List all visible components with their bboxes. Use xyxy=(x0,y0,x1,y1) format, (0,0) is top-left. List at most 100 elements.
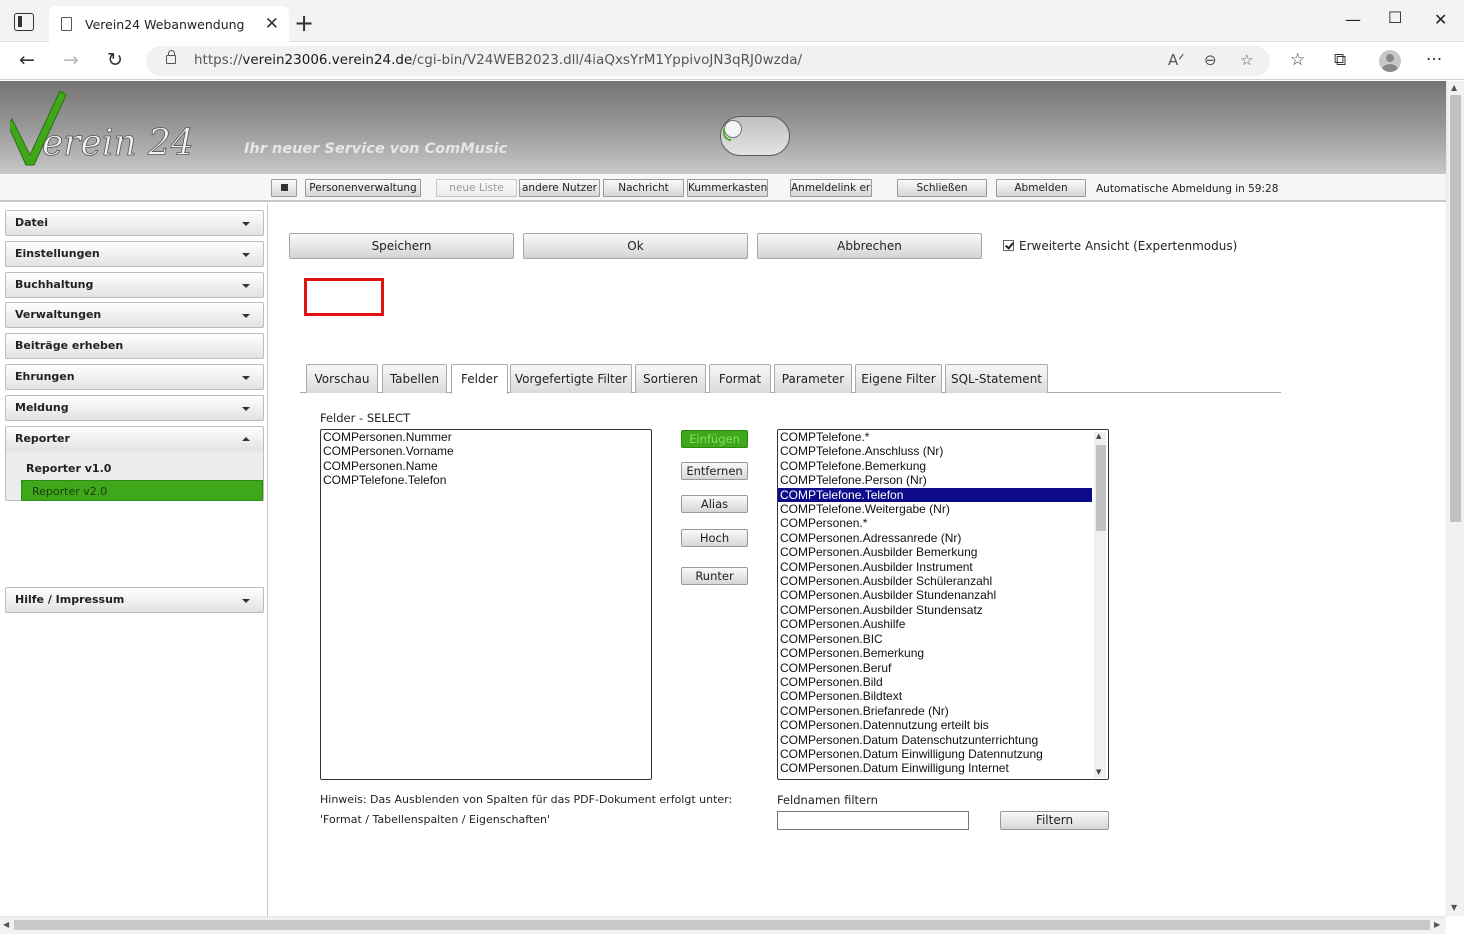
list-scroll-thumb[interactable] xyxy=(1096,445,1106,531)
sidebar-item-einstellungen[interactable]: Einstellungen xyxy=(5,241,264,267)
list-option[interactable]: COMPersonen.Bildtext xyxy=(778,689,1092,703)
profile-avatar[interactable] xyxy=(1379,50,1401,72)
list-option[interactable]: COMPersonen.Datum Einwilligung Internet xyxy=(778,761,1092,775)
personenverwaltung-button[interactable]: Personenverwaltung xyxy=(305,179,421,197)
tab-tabellen[interactable]: Tabellen xyxy=(382,364,447,393)
selected-fields-list[interactable]: COMPersonen.Nummer COMPersonen.Vorname COM… xyxy=(320,429,652,780)
list-option[interactable]: COMPersonen.Bemerkung xyxy=(778,646,1092,660)
tab-sql-statement[interactable]: SQL-Statement xyxy=(945,364,1048,393)
sidebar-subitem-reporter-v2[interactable]: Reporter v2.0 xyxy=(21,480,263,501)
abmelden-button[interactable]: Abmelden xyxy=(996,179,1086,197)
anmeldelink-button[interactable]: Anmeldelink erst xyxy=(790,179,872,197)
more-options-icon[interactable]: ··· xyxy=(1426,50,1442,70)
list-option[interactable]: COMPersonen.Aushilfe xyxy=(778,617,1092,631)
add-favorite-icon[interactable]: ☆ xyxy=(1240,51,1253,69)
list-option[interactable]: COMPersonen.BIC xyxy=(778,632,1092,646)
ok-button[interactable]: Ok xyxy=(523,233,748,259)
browser-tab[interactable]: Verein24 Webanwendung ✕ xyxy=(49,6,289,42)
checkbox-checked-icon[interactable] xyxy=(1003,239,1014,251)
list-option[interactable]: COMPTelefone.Telefon xyxy=(321,473,651,487)
nachricht-button[interactable]: Nachricht xyxy=(603,179,684,197)
list-option[interactable]: COMPTelefone.Anschluss (Nr) xyxy=(778,444,1092,458)
list-option[interactable]: COMPersonen.Name xyxy=(321,459,651,473)
close-window-icon[interactable]: ✕ xyxy=(1434,10,1447,29)
collections-icon[interactable]: ⧉ xyxy=(1334,50,1346,70)
scroll-up-icon[interactable]: ▲ xyxy=(1096,432,1101,440)
tab-vorgefertigte-filter[interactable]: Vorgefertigte Filter xyxy=(510,364,632,393)
sidebar-item-ehrungen[interactable]: Ehrungen xyxy=(5,364,264,390)
list-option[interactable]: COMPersonen.Datum Datenschutzunterrichtu… xyxy=(778,733,1092,747)
list-option[interactable]: COMPersonen.Bild xyxy=(778,675,1092,689)
schliessen-button[interactable]: Schließen xyxy=(897,179,987,197)
kummerkasten-button[interactable]: Kummerkasten xyxy=(687,179,768,197)
menu-toggle-button[interactable] xyxy=(271,179,297,197)
expert-mode-checkbox[interactable]: Erweiterte Ansicht (Expertenmodus) xyxy=(1003,239,1237,253)
tab-format[interactable]: Format xyxy=(709,364,771,393)
scroll-left-icon[interactable]: ◀ xyxy=(3,920,9,929)
page-vertical-scrollbar[interactable]: ▲ ▼ xyxy=(1446,81,1464,916)
list-scrollbar[interactable]: ▲ ▼ xyxy=(1094,432,1106,778)
list-option[interactable]: COMPersonen.Ausbilder Stundenanzahl xyxy=(778,588,1092,602)
list-option[interactable]: COMPersonen.Datennutzung erteilt bis xyxy=(778,718,1092,732)
maximize-icon[interactable]: ☐ xyxy=(1388,8,1402,27)
list-option[interactable]: COMPersonen.Adressanrede (Nr) xyxy=(778,531,1092,545)
favorites-icon[interactable]: ☆ xyxy=(1290,50,1305,70)
sidebar-item-meldung[interactable]: Meldung xyxy=(5,395,264,421)
list-option[interactable]: COMPersonen.Vorname xyxy=(321,444,651,458)
list-option[interactable]: COMPersonen.* xyxy=(778,516,1092,530)
list-option[interactable]: COMPersonen.Ausbilder Stundensatz xyxy=(778,603,1092,617)
tab-eigene-filter[interactable]: Eigene Filter xyxy=(855,364,942,393)
filter-button[interactable]: Filtern xyxy=(1000,811,1109,830)
list-option[interactable]: COMPTelefone.Weitergabe (Nr) xyxy=(778,502,1092,516)
back-icon[interactable]: ← xyxy=(19,49,35,71)
page-hscroll-thumb[interactable] xyxy=(14,920,1430,930)
remove-button[interactable]: Entfernen xyxy=(681,462,748,480)
tab-actions-icon[interactable] xyxy=(14,13,34,31)
url-text[interactable]: https://verein23006.verein24.de/cgi-bin/… xyxy=(194,52,802,68)
sidebar-item-reporter[interactable]: Reporter xyxy=(6,427,263,451)
page-horizontal-scrollbar[interactable]: ◀ ▶ xyxy=(0,916,1446,934)
zoom-icon[interactable]: ⊖ xyxy=(1204,51,1217,69)
close-tab-icon[interactable]: ✕ xyxy=(265,14,279,34)
lock-icon[interactable] xyxy=(166,50,176,64)
list-option[interactable]: COMPTelefone.Person (Nr) xyxy=(778,473,1092,487)
list-option[interactable]: COMPersonen.Briefanrede (Nr) xyxy=(778,704,1092,718)
read-aloud-icon[interactable]: Aᐟ xyxy=(1168,51,1185,69)
sidebar-item-buchhaltung[interactable]: Buchhaltung xyxy=(5,272,264,298)
andere-nutzer-button[interactable]: andere Nutzer xyxy=(519,179,600,197)
filter-input[interactable] xyxy=(777,811,969,830)
sidebar-subitem-reporter-v1[interactable]: Reporter v1.0 xyxy=(16,458,258,479)
list-option[interactable]: COMPTelefone.* xyxy=(778,430,1092,444)
sidebar-item-hilfe[interactable]: Hilfe / Impressum xyxy=(5,587,264,613)
sidebar-item-datei[interactable]: Datei xyxy=(5,210,264,236)
alias-button[interactable]: Alias xyxy=(681,495,748,513)
scroll-down-icon[interactable]: ▼ xyxy=(1096,768,1101,776)
list-option[interactable]: COMPersonen.Datum Einwilligung Datennutz… xyxy=(778,747,1092,761)
list-option[interactable]: COMPersonen.Ausbilder Schüleranzahl xyxy=(778,574,1092,588)
scroll-down-icon[interactable]: ▼ xyxy=(1451,903,1457,912)
move-down-button[interactable]: Runter xyxy=(681,567,748,585)
list-option[interactable]: COMPTelefone.Bemerkung xyxy=(778,459,1092,473)
address-bar[interactable]: https://verein23006.verein24.de/cgi-bin/… xyxy=(146,46,1270,76)
tab-parameter[interactable]: Parameter xyxy=(774,364,852,393)
tab-felder[interactable]: Felder xyxy=(451,364,508,394)
list-option[interactable]: COMPersonen.Beruf xyxy=(778,661,1092,675)
scroll-up-icon[interactable]: ▲ xyxy=(1451,83,1457,92)
list-option[interactable]: COMPersonen.Ausbilder Bemerkung xyxy=(778,545,1092,559)
toggle-knob[interactable] xyxy=(723,120,742,141)
insert-button[interactable]: Einfügen xyxy=(681,430,748,448)
minimize-icon[interactable]: — xyxy=(1345,10,1361,29)
list-option[interactable]: COMPersonen.Nummer xyxy=(321,430,651,444)
page-scroll-thumb[interactable] xyxy=(1450,95,1461,522)
tab-vorschau[interactable]: Vorschau xyxy=(306,364,378,393)
refresh-icon[interactable]: ↻ xyxy=(107,49,123,71)
sidebar-item-verwaltungen[interactable]: Verwaltungen xyxy=(5,302,264,328)
sidebar-item-beitraege[interactable]: Beiträge erheben xyxy=(5,333,264,359)
cancel-button[interactable]: Abbrechen xyxy=(757,233,982,259)
new-tab-icon[interactable]: + xyxy=(294,9,314,37)
save-button[interactable]: Speichern xyxy=(289,233,514,259)
list-option[interactable]: COMPersonen.Ausbilder Instrument xyxy=(778,560,1092,574)
tab-sortieren[interactable]: Sortieren xyxy=(635,364,706,393)
move-up-button[interactable]: Hoch xyxy=(681,529,748,547)
available-fields-list[interactable]: COMPTelefone.* COMPTelefone.Anschluss (Nr… xyxy=(777,429,1109,780)
